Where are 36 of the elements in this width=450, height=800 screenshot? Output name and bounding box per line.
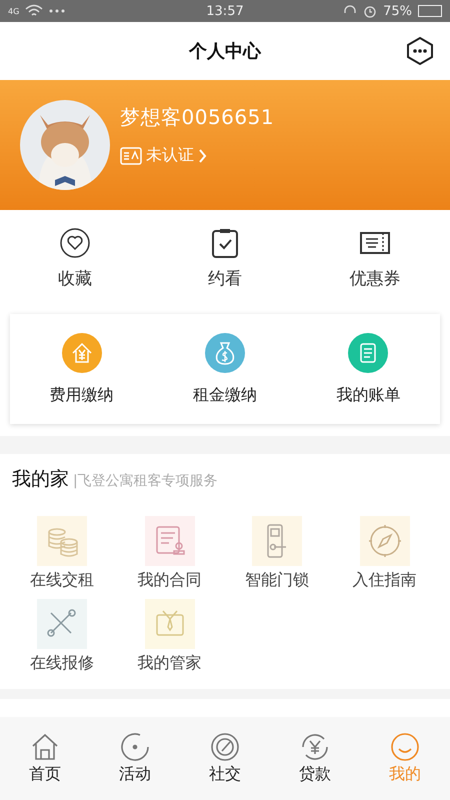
service-item[interactable]: 我的合同 — [120, 516, 220, 591]
clipboard-check-icon — [209, 226, 241, 258]
payment-option[interactable]: 我的账单 — [296, 332, 440, 406]
service-item[interactable]: 入住指南 — [334, 516, 434, 591]
yen-cycle-icon — [300, 732, 330, 762]
tab[interactable]: 首页 — [0, 732, 90, 785]
user-name: 梦想客0056651 — [120, 104, 274, 131]
radar-icon — [210, 732, 240, 762]
smile-icon — [390, 732, 420, 762]
home-icon — [30, 732, 60, 762]
more-button[interactable] — [406, 36, 434, 66]
payment-option[interactable]: 费用缴纳 — [10, 332, 154, 406]
quick-link[interactable]: 收藏 — [0, 226, 150, 290]
chevron-right-icon — [198, 148, 207, 162]
page-title: 个人中心 — [189, 40, 261, 63]
id-card-icon — [120, 146, 142, 164]
alarm-icon — [363, 4, 378, 18]
wifi-icon — [25, 4, 44, 18]
battery-icon — [418, 5, 442, 17]
section-title: 我的家 — [12, 467, 69, 492]
payment-option[interactable]: 租金缴纳 — [153, 332, 297, 406]
clock-time: 13:57 — [206, 4, 244, 18]
more-icon — [49, 9, 66, 13]
quick-link[interactable]: 优惠券 — [300, 226, 450, 290]
tab[interactable]: 贷款 — [270, 732, 360, 785]
circle-dot-icon — [120, 732, 150, 762]
battery-percent: 75% — [383, 4, 412, 18]
tab[interactable]: 活动 — [90, 732, 180, 785]
section-subtitle: |飞登公寓租客专项服务 — [73, 472, 218, 490]
service-item[interactable]: 在线交租 — [12, 516, 112, 591]
service-item[interactable]: 智能门锁 — [227, 516, 327, 591]
quick-link[interactable]: 约看 — [150, 226, 300, 290]
tab[interactable]: 社交 — [180, 732, 270, 785]
service-item[interactable]: 我的管家 — [120, 599, 220, 674]
network-label: 4G — [8, 6, 20, 16]
service-item[interactable]: 在线报修 — [12, 599, 112, 674]
